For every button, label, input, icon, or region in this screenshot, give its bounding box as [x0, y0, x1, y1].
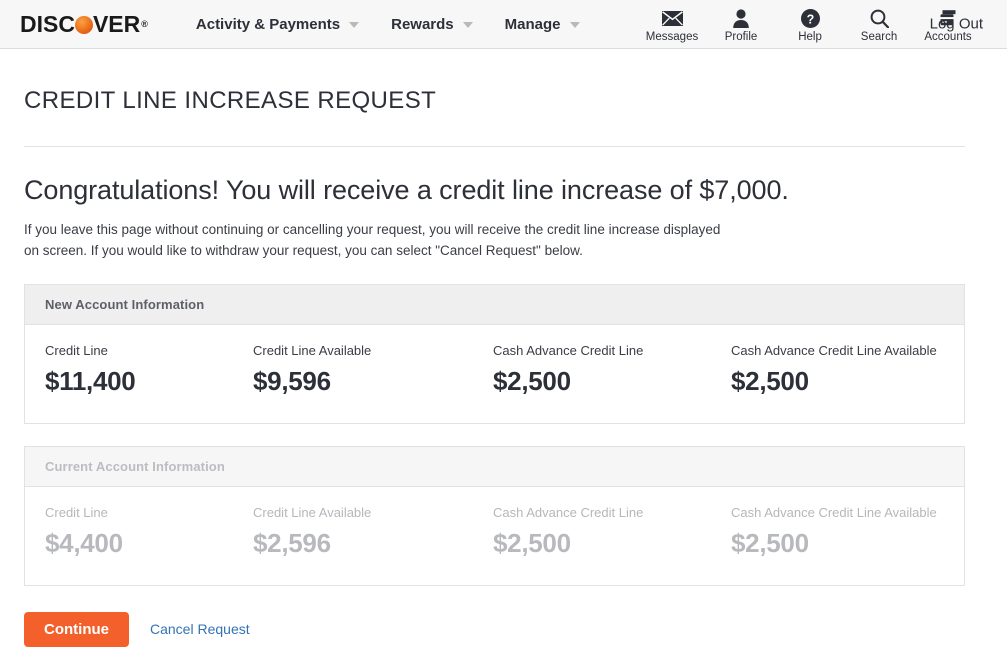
cancel-request-link[interactable]: Cancel Request	[150, 621, 250, 637]
logo-text-before: DISC	[20, 10, 75, 37]
discover-logo[interactable]: DISC VER ®	[20, 10, 148, 37]
envelope-icon	[661, 8, 683, 29]
stat-current-cash-advance-credit-line: Cash Advance Credit Line $2,500	[493, 505, 731, 559]
confirmation-headline: Congratulations! You will receive a cred…	[24, 175, 789, 205]
stat-label: Cash Advance Credit Line Available	[731, 342, 937, 358]
current-account-panel-heading: Current Account Information	[25, 446, 964, 487]
new-account-panel-heading: New Account Information	[25, 284, 964, 325]
nav-item-activity-payments[interactable]: Activity & Payments	[180, 16, 375, 33]
nav-item-rewards[interactable]: Rewards	[375, 16, 489, 33]
stat-value: $2,596	[253, 527, 331, 558]
stat-label: Cash Advance Credit Line	[493, 342, 644, 358]
stat-value: $4,400	[45, 527, 123, 558]
logout-button[interactable]: Log Out	[930, 16, 983, 33]
nav-item-search[interactable]: Search	[845, 6, 914, 43]
stat-label: Credit Line	[45, 342, 108, 358]
stat-value: $2,500	[493, 527, 571, 558]
stat-value: $2,500	[493, 365, 571, 396]
nav-icon-label: Profile	[724, 30, 758, 43]
nav-item-label: Rewards	[391, 15, 454, 33]
question-circle-icon: ?	[800, 8, 820, 29]
current-account-panel: Current Account Information Credit Line …	[24, 445, 965, 586]
stat-current-credit-line: Credit Line $4,400	[45, 505, 253, 559]
stat-value: $2,500	[731, 365, 809, 396]
page-title: CREDIT LINE INCREASE REQUEST	[24, 87, 437, 114]
continue-button[interactable]: Continue	[24, 611, 129, 647]
svg-text:?: ?	[806, 12, 814, 26]
nav-item-label: Manage	[504, 15, 561, 33]
nav-icon-label: Help	[798, 30, 822, 43]
new-account-panel: New Account Information Credit Line $11,…	[24, 283, 965, 424]
stat-new-cash-advance-credit-line-available: Cash Advance Credit Line Available $2,50…	[731, 343, 944, 397]
logo-sphere-icon	[74, 16, 93, 34]
stat-new-credit-line: Credit Line $11,400	[45, 343, 253, 397]
stat-current-cash-advance-credit-line-available: Cash Advance Credit Line Available $2,50…	[731, 505, 944, 559]
chevron-down-icon	[462, 22, 473, 28]
site-header: DISC VER ® Activity & Payments Rewards M…	[0, 0, 1007, 49]
stat-label: Credit Line	[45, 504, 108, 520]
stat-value: $2,500	[731, 527, 809, 558]
nav-item-messages[interactable]: Messages	[638, 6, 707, 43]
nav-item-help[interactable]: ? Help	[776, 6, 845, 43]
logo-text-after: VER	[92, 10, 141, 37]
confirmation-description: If you leave this page without continuin…	[24, 222, 721, 258]
stat-new-cash-advance-credit-line: Cash Advance Credit Line $2,500	[493, 343, 731, 397]
stat-label: Credit Line Available	[253, 342, 372, 358]
action-bar: Continue Cancel Request	[24, 611, 983, 647]
stat-value: $11,400	[45, 365, 136, 396]
stat-new-credit-line-available: Credit Line Available $9,596	[253, 343, 493, 397]
stat-label: Cash Advance Credit Line	[493, 504, 644, 520]
new-account-panel-body: Credit Line $11,400 Credit Line Availabl…	[25, 325, 964, 423]
current-account-panel-body: Credit Line $4,400 Credit Line Available…	[25, 487, 964, 585]
logo-text: DISC VER ®	[20, 10, 148, 37]
person-icon	[732, 8, 750, 29]
nav-item-profile[interactable]: Profile	[707, 6, 776, 43]
search-icon	[870, 8, 889, 29]
title-divider	[24, 146, 965, 147]
logo-trademark: ®	[141, 18, 148, 29]
nav-icon-label: Messages	[645, 30, 699, 43]
nav-icon-label: Search	[860, 30, 898, 43]
chevron-down-icon	[569, 22, 580, 28]
stat-current-credit-line-available: Credit Line Available $2,596	[253, 505, 493, 559]
page-content: CREDIT LINE INCREASE REQUEST Congratulat…	[0, 87, 1007, 647]
stat-value: $9,596	[253, 365, 331, 396]
nav-item-label: Activity & Payments	[195, 15, 341, 33]
chevron-down-icon	[349, 22, 360, 28]
nav-item-manage[interactable]: Manage	[489, 16, 596, 33]
stat-label: Credit Line Available	[253, 504, 372, 520]
primary-nav: Activity & Payments Rewards Manage	[180, 16, 596, 33]
stat-label: Cash Advance Credit Line Available	[731, 504, 937, 520]
